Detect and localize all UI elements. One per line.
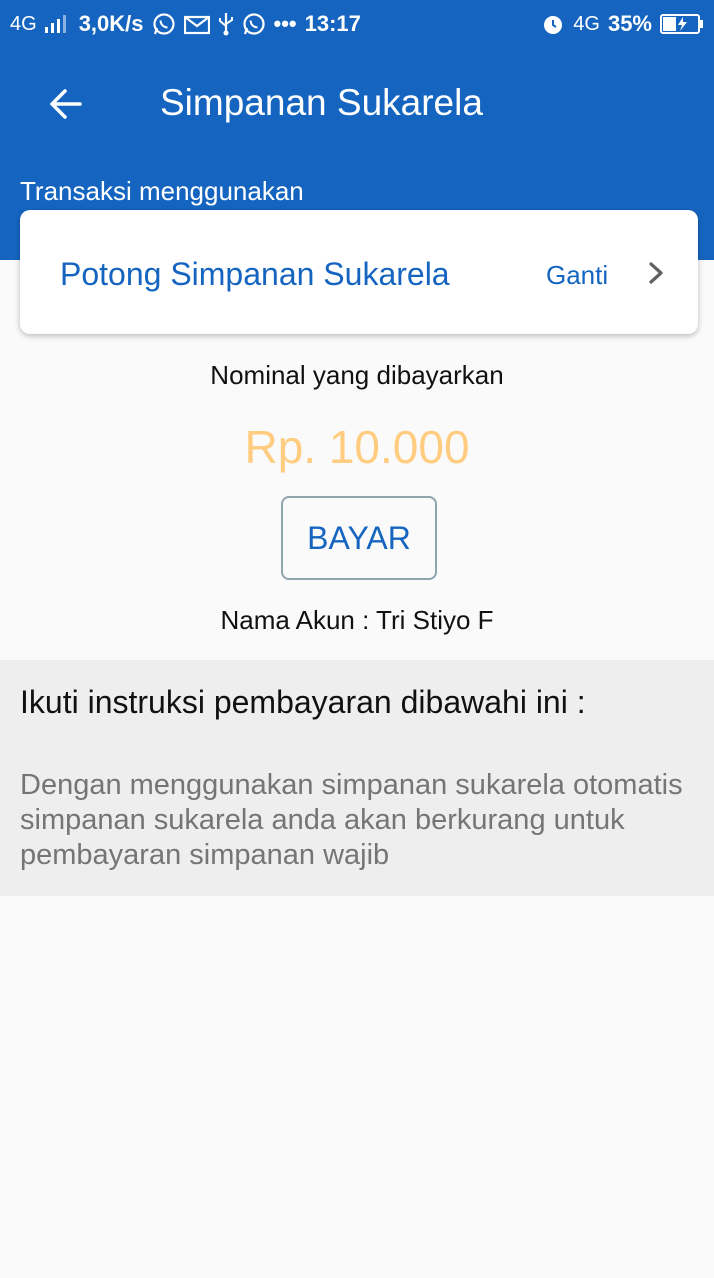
battery-level: 35% — [607, 11, 652, 36]
account-name: Nama Akun : Tri Stiyo F — [220, 605, 494, 635]
page-title: Simpanan Sukarela — [160, 82, 483, 123]
whatsapp-icon — [152, 12, 176, 36]
payment-method-name: Potong Simpanan Sukarela — [60, 256, 450, 292]
instructions-body: Dengan menggunakan simpanan sukarela oto… — [20, 769, 683, 871]
whatsapp-icon — [242, 12, 266, 36]
battery-charging-icon — [660, 13, 704, 35]
network-type-left: 4G — [10, 12, 37, 35]
instructions-section: Ikuti instruksi pembayaran dibawahi ini … — [0, 660, 714, 896]
back-button[interactable] — [44, 84, 88, 128]
network-type-right: 4G — [573, 12, 600, 35]
clock: 13:17 — [304, 11, 361, 36]
status-left: 4G 3,0K/s ••• 13:17 — [10, 11, 361, 37]
chevron-right-icon — [644, 258, 668, 288]
transaction-label: Transaksi menggunakan — [20, 176, 304, 206]
payment-method-card[interactable]: Potong Simpanan Sukarela Ganti — [20, 210, 698, 334]
nominal-label: Nominal yang dibayarkan — [210, 360, 504, 390]
status-right: 4G 35% — [541, 11, 704, 37]
payment-amount: Rp. 10.000 — [244, 421, 470, 473]
status-bar: 4G 3,0K/s ••• 13:17 4G 35% — [0, 0, 714, 48]
alarm-icon — [541, 12, 565, 36]
arrow-left-icon — [48, 86, 84, 127]
more-notifications-indicator: ••• — [273, 11, 297, 36]
signal-icon — [44, 15, 71, 33]
network-speed: 3,0K/s — [78, 11, 144, 36]
mail-icon — [183, 13, 210, 35]
pay-button[interactable]: BAYAR — [281, 496, 437, 580]
change-method-button[interactable]: Ganti — [546, 260, 608, 291]
instructions-title: Ikuti instruksi pembayaran dibawahi ini … — [20, 684, 586, 720]
usb-icon — [218, 12, 234, 36]
